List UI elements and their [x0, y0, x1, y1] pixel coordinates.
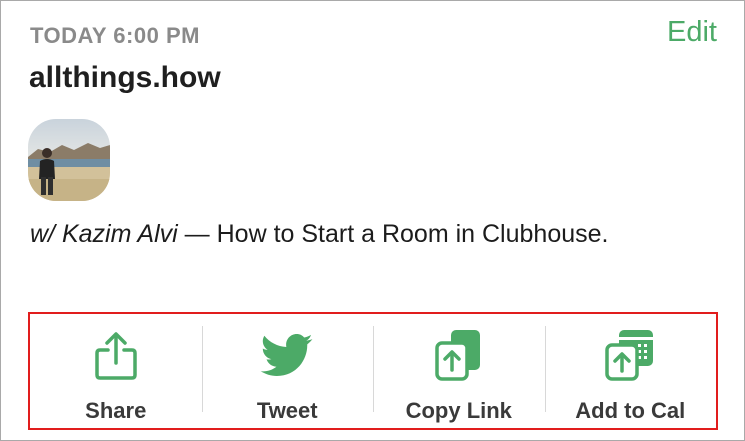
share-icon — [94, 328, 138, 384]
share-label: Share — [85, 398, 147, 423]
copy-link-icon — [435, 328, 483, 384]
tweet-label: Tweet — [256, 398, 318, 423]
club-name[interactable]: allthings.how — [29, 61, 221, 95]
add-to-cal-button[interactable]: Add to Cal — [544, 314, 717, 428]
edit-button[interactable]: Edit — [667, 16, 717, 49]
copy-link-button[interactable]: Copy Link — [373, 314, 545, 428]
twitter-icon — [260, 328, 314, 384]
share-button[interactable]: Share — [30, 314, 202, 428]
event-description: w/ Kazim Alvi — How to Start a Room in C… — [30, 220, 608, 249]
description-separator: — — [177, 220, 217, 248]
host-avatar[interactable] — [28, 119, 110, 201]
action-bar: Share Tweet Copy Link Add to Cal — [28, 312, 718, 430]
add-to-cal-label: Add to Cal — [575, 398, 686, 423]
event-title: How to Start a Room in Clubhouse. — [216, 220, 609, 248]
tweet-button[interactable]: Tweet — [201, 314, 374, 428]
guest-name[interactable]: w/ Kazim Alvi — [30, 220, 178, 248]
event-time: TODAY 6:00 PM — [30, 23, 200, 48]
event-card: TODAY 6:00 PM Edit allthings.how w/ Kazi… — [0, 0, 745, 441]
add-to-calendar-icon — [605, 328, 655, 384]
copy-link-label: Copy Link — [405, 398, 512, 423]
